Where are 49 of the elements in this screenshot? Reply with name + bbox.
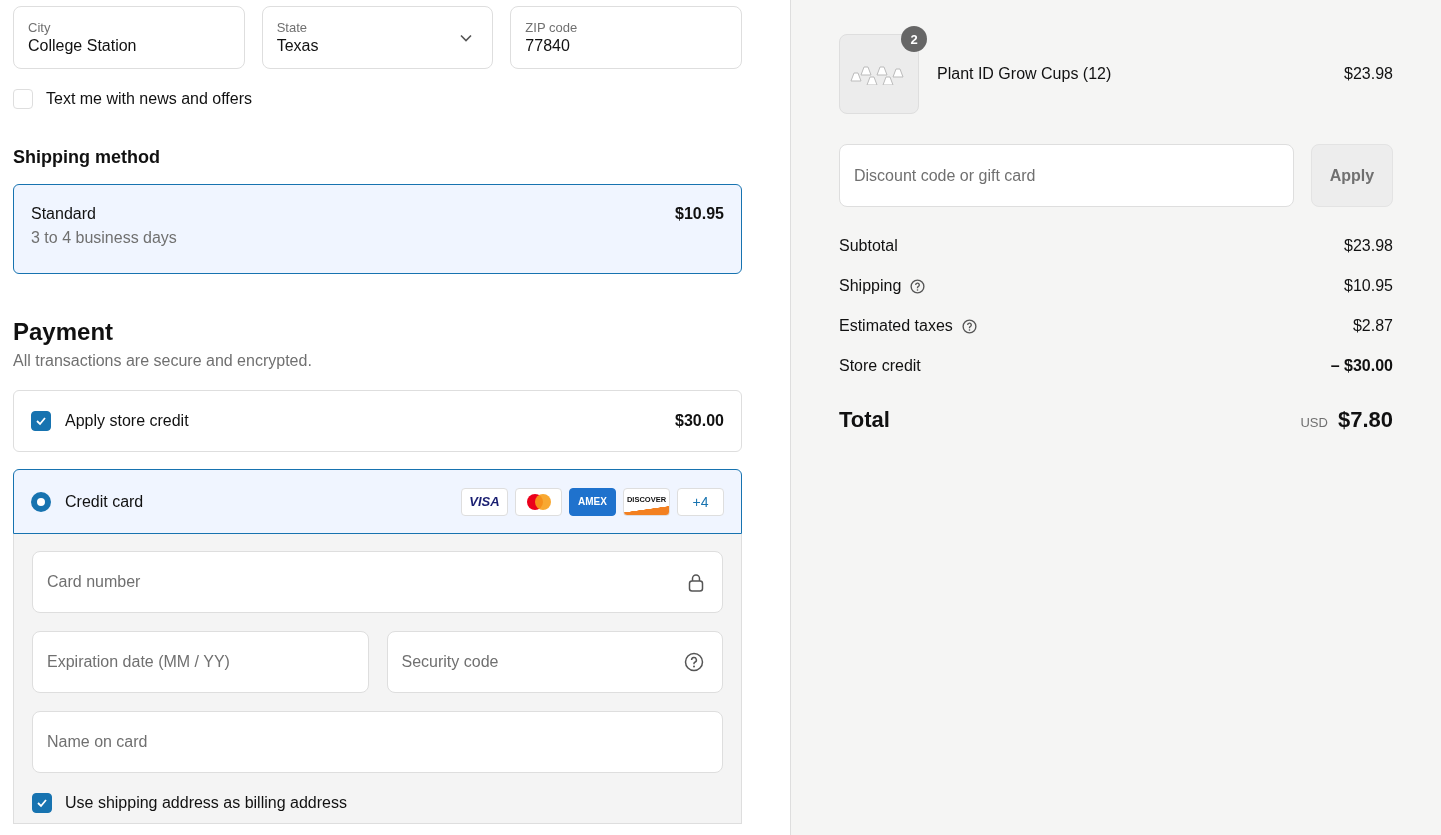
help-icon[interactable] bbox=[910, 278, 926, 294]
shipping-option[interactable]: Standard 3 to 4 business days $10.95 bbox=[13, 184, 742, 274]
radio-button[interactable] bbox=[31, 491, 51, 512]
chevron-down-icon bbox=[460, 33, 473, 42]
more-brands-badge: +4 bbox=[677, 487, 724, 516]
checkmark-icon bbox=[35, 415, 47, 427]
apply-button[interactable]: Apply bbox=[1311, 144, 1393, 207]
checkbox[interactable] bbox=[32, 793, 52, 813]
product-price: $23.98 bbox=[1344, 65, 1393, 83]
summary-label: Shipping bbox=[839, 277, 902, 295]
summary-value: $10.95 bbox=[1344, 277, 1393, 295]
shipping-detail: 3 to 4 business days bbox=[31, 229, 177, 247]
card-input-field[interactable]: Security code bbox=[386, 631, 723, 693]
address-field[interactable]: ZIP code 77840 bbox=[510, 6, 742, 69]
card-brand-logo: AMEX bbox=[569, 487, 616, 516]
summary-label: Store credit bbox=[839, 357, 921, 375]
payment-option-label: Credit card bbox=[65, 492, 145, 511]
checkbox-label: Apply store credit bbox=[65, 412, 190, 430]
shipping-name: Standard bbox=[31, 205, 97, 223]
section-heading: Shipping method bbox=[13, 147, 161, 168]
summary-value: – $30.00 bbox=[1330, 357, 1393, 375]
lock-icon bbox=[688, 572, 704, 592]
summary-value: $23.98 bbox=[1344, 237, 1393, 255]
quantity-badge: 2 bbox=[901, 26, 927, 52]
card-input-field[interactable]: Expiration date (MM / YY) bbox=[32, 631, 369, 693]
card-input-field[interactable]: Name on card bbox=[32, 711, 723, 773]
state-select[interactable]: State Texas bbox=[261, 6, 494, 69]
total-label: Total bbox=[839, 407, 890, 433]
address-field[interactable]: City College Station bbox=[13, 6, 245, 69]
card-brand-logo: VISA bbox=[461, 487, 508, 516]
help-icon[interactable] bbox=[961, 318, 977, 334]
summary-label: Subtotal bbox=[839, 237, 898, 255]
shipping-price: $10.95 bbox=[675, 205, 724, 223]
summary-label: Estimated taxes bbox=[839, 317, 953, 335]
checkmark-icon bbox=[36, 797, 48, 809]
help-icon[interactable] bbox=[684, 652, 704, 672]
section-heading: Payment bbox=[13, 318, 115, 346]
checkbox-label: Text me with news and offers bbox=[46, 90, 253, 108]
product-name: Plant ID Grow Cups (12) bbox=[937, 65, 1113, 83]
checkbox[interactable] bbox=[31, 411, 51, 431]
discount-code-field[interactable]: Discount code or gift card bbox=[839, 144, 1294, 207]
credit-amount: $30.00 bbox=[675, 412, 724, 430]
currency-code: USD bbox=[1300, 415, 1328, 430]
summary-value: $2.87 bbox=[1352, 317, 1393, 335]
card-input-field[interactable]: Card number bbox=[32, 551, 723, 613]
card-brand-logo bbox=[515, 487, 562, 516]
payment-subtitle: All transactions are secure and encrypted. bbox=[13, 352, 313, 370]
checkbox-label: Use shipping address as billing address bbox=[65, 794, 347, 812]
total-amount: $7.80 bbox=[1337, 407, 1393, 433]
